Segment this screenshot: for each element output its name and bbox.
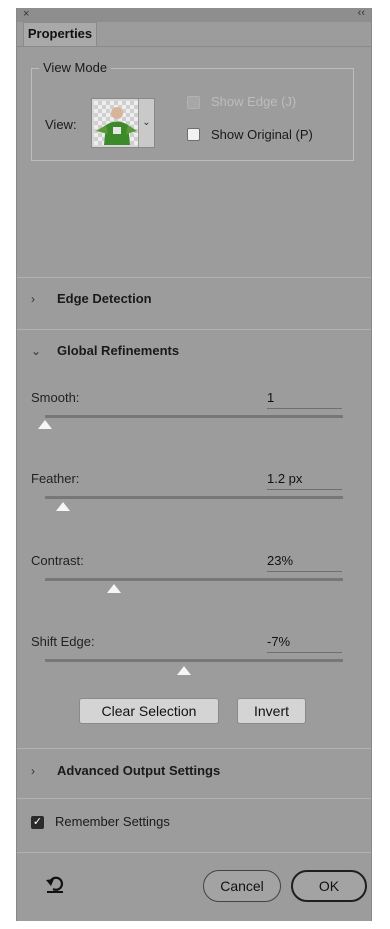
smooth-slider-thumb[interactable]	[38, 420, 52, 429]
collapse-panel-icon[interactable]: ‹‹	[358, 7, 365, 19]
smooth-label: Smooth:	[31, 390, 80, 405]
feather-value-field[interactable]: 1.2 px	[267, 471, 342, 490]
contrast-slider-track[interactable]	[45, 578, 343, 581]
remember-settings-checkbox[interactable]: ✓	[31, 816, 44, 829]
contrast-slider-thumb[interactable]	[106, 584, 121, 593]
section-advanced-output-settings[interactable]: › Advanced Output Settings	[31, 763, 220, 783]
section-label: Edge Detection	[57, 291, 152, 306]
subject-preview-icon	[96, 107, 137, 145]
shift-edge-slider-track[interactable]	[45, 659, 343, 662]
section-divider	[17, 748, 371, 749]
shift-edge-value-field[interactable]: -7%	[267, 634, 342, 653]
properties-panel: × ‹‹ Properties View Mode View: ⌄ Show E…	[16, 7, 372, 921]
invert-button[interactable]: Invert	[237, 698, 306, 724]
show-edge-label: Show Edge (J)	[211, 94, 297, 109]
remember-settings-label: Remember Settings	[55, 814, 170, 829]
clear-selection-button[interactable]: Clear Selection	[79, 698, 219, 724]
shift-edge-label: Shift Edge:	[31, 634, 95, 649]
feather-label: Feather:	[31, 471, 80, 486]
panel-title-strip: × ‹‹	[17, 7, 371, 22]
chevron-right-icon: ›	[31, 764, 35, 778]
section-divider	[17, 277, 371, 278]
show-original-checkbox[interactable]	[187, 128, 200, 141]
show-original-label: Show Original (P)	[211, 127, 313, 142]
tab-properties[interactable]: Properties	[23, 22, 97, 46]
shift-edge-slider-thumb[interactable]	[176, 666, 191, 675]
section-label: Global Refinements	[57, 343, 180, 358]
view-mode-title: View Mode	[39, 60, 112, 75]
cancel-button[interactable]: Cancel	[203, 870, 281, 902]
ok-button[interactable]: OK	[291, 870, 367, 902]
smooth-slider-track[interactable]	[45, 415, 343, 418]
section-global-refinements[interactable]: ⌄ Global Refinements	[31, 343, 179, 363]
undo-arrow-icon[interactable]	[45, 874, 65, 894]
footer-divider	[17, 852, 371, 853]
view-thumbnail	[94, 101, 139, 145]
contrast-label: Contrast:	[31, 553, 84, 568]
contrast-value-field[interactable]: 23%	[267, 553, 342, 572]
tab-divider	[17, 46, 371, 47]
feather-slider-track[interactable]	[45, 496, 343, 499]
section-edge-detection[interactable]: › Edge Detection	[31, 291, 152, 311]
feather-slider-thumb[interactable]	[55, 502, 70, 511]
section-divider	[17, 329, 371, 330]
smooth-value-field[interactable]: 1	[267, 390, 342, 409]
close-icon[interactable]: ×	[23, 8, 29, 20]
view-mode-dropdown[interactable]: ⌄	[91, 98, 155, 148]
view-label: View:	[45, 117, 77, 132]
view-mode-group	[31, 68, 354, 161]
show-edge-checkbox[interactable]	[187, 96, 200, 109]
chevron-down-icon[interactable]: ⌄	[138, 99, 154, 147]
section-divider	[17, 798, 371, 799]
chevron-down-icon: ⌄	[31, 344, 42, 358]
section-label: Advanced Output Settings	[57, 763, 221, 778]
chevron-right-icon: ›	[31, 292, 35, 306]
